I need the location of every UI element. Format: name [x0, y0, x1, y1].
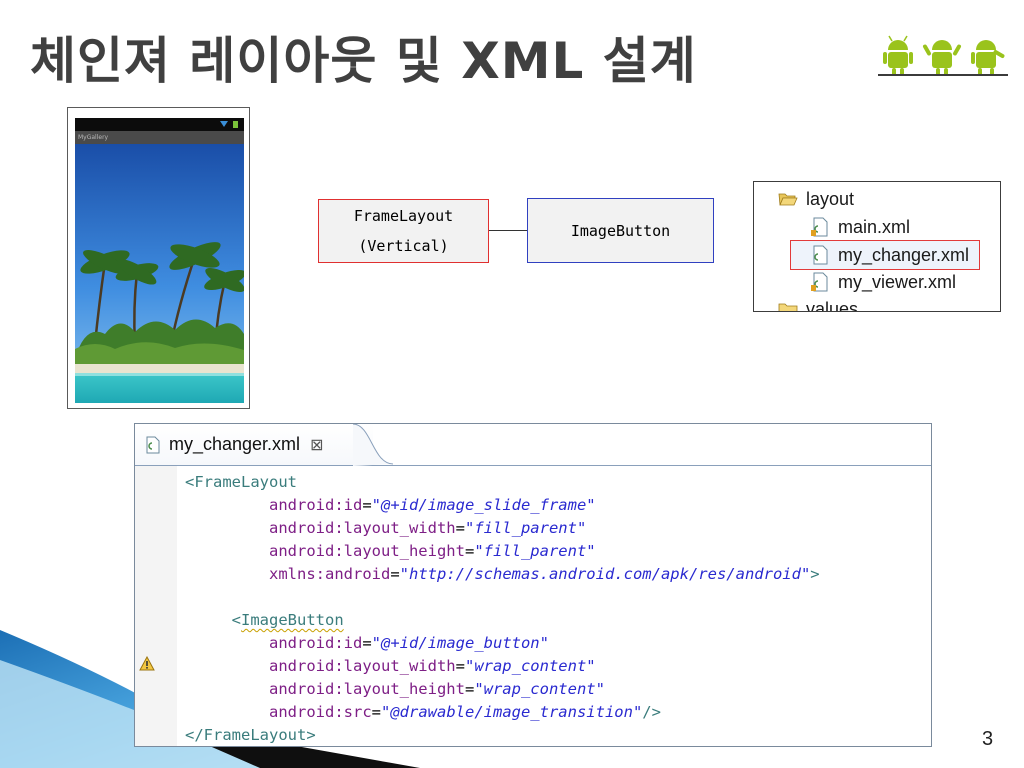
diagram-connector [489, 230, 527, 231]
code-attr: android:src [269, 703, 372, 721]
xml-code[interactable]: <FrameLayout android:id="@+id/image_slid… [185, 471, 820, 746]
tree-item-my-changer-xml[interactable]: my_changer.xml [810, 242, 969, 268]
phone-screen: MyGallery [75, 118, 244, 403]
phone-status-bar [75, 118, 244, 131]
code-value: "@drawable/image_transition" [381, 703, 643, 721]
imagebutton-label: ImageButton [570, 221, 671, 240]
editor-tab-bar: my_changer.xml ⊠ [135, 424, 931, 466]
tropical-beach-photo [75, 144, 244, 403]
code-suffix: > [810, 565, 820, 583]
tree-item-label: my_viewer.xml [838, 272, 957, 292]
code-attr: android:layout_width [269, 657, 456, 675]
tab-edge [353, 424, 393, 466]
tree-item-label: my_changer.xml [838, 245, 970, 265]
slide-title: 체인져 레이아웃 및 XML 설계 [30, 32, 697, 90]
code-attr: android:id [269, 634, 363, 652]
xml-file-icon [811, 272, 828, 292]
code-value: "wrap_content" [464, 657, 596, 675]
tree-item-main-xml[interactable]: main.xml [810, 214, 910, 240]
xml-file-icon [813, 245, 828, 265]
xml-file-icon [146, 436, 160, 453]
code-value: "fill_parent" [474, 542, 596, 560]
framelayout-box: FrameLayout (Vertical) [318, 199, 489, 263]
imagebutton-box: ImageButton [527, 198, 714, 263]
code-frame-open: <FrameLayout [185, 473, 297, 491]
code-button-open: ImageButton [241, 611, 344, 629]
code-attr: android:id [269, 496, 363, 514]
code-attr: android:layout_height [269, 542, 465, 560]
tree-item-label: main.xml [838, 217, 911, 237]
tree-item-label: values [806, 299, 859, 312]
code-value: "fill_parent" [464, 519, 587, 537]
close-tab-icon[interactable]: ⊠ [310, 435, 323, 455]
xml-editor: my_changer.xml ⊠ <FrameLayout android:id… [134, 423, 932, 747]
tab-my-changer-xml[interactable]: my_changer.xml ⊠ [135, 424, 373, 465]
tree-item-label: layout [806, 189, 855, 209]
signal-battery-icon [220, 121, 238, 128]
warning-icon[interactable] [139, 656, 155, 672]
tree-item-values[interactable]: values [778, 296, 859, 312]
code-suffix: /> [642, 703, 661, 721]
code-attr: android:layout_width [269, 519, 456, 537]
editor-gutter [135, 466, 177, 746]
page-number: 3 [982, 728, 994, 750]
code-frame-close: </FrameLayout> [185, 726, 316, 744]
code-value: "http://schemas.android.com/apk/res/andr… [399, 565, 811, 583]
folder-open-icon [778, 193, 798, 206]
code-bracket: < [231, 611, 242, 629]
android-robots-icon [878, 35, 1008, 76]
tab-label: my_changer.xml [169, 434, 301, 454]
code-value: "@+id/image_slide_frame" [371, 496, 596, 514]
code-value: "wrap_content" [474, 680, 605, 698]
xml-file-icon [811, 217, 828, 237]
code-attr: xmlns:android [269, 565, 391, 583]
folder-icon [778, 303, 798, 311]
project-tree: layout main.xml my_changer.xml my_viewer… [753, 181, 1001, 312]
phone-mockup: MyGallery [67, 107, 250, 409]
framelayout-orientation: (Vertical) [358, 237, 449, 255]
framelayout-label: FrameLayout [353, 207, 454, 225]
tree-item-layout[interactable]: layout [778, 186, 854, 212]
phone-app-title: MyGallery [75, 131, 244, 144]
tree-item-my-viewer-xml[interactable]: my_viewer.xml [810, 269, 956, 295]
code-attr: android:layout_height [269, 680, 465, 698]
code-value: "@+id/image_button" [371, 634, 549, 652]
